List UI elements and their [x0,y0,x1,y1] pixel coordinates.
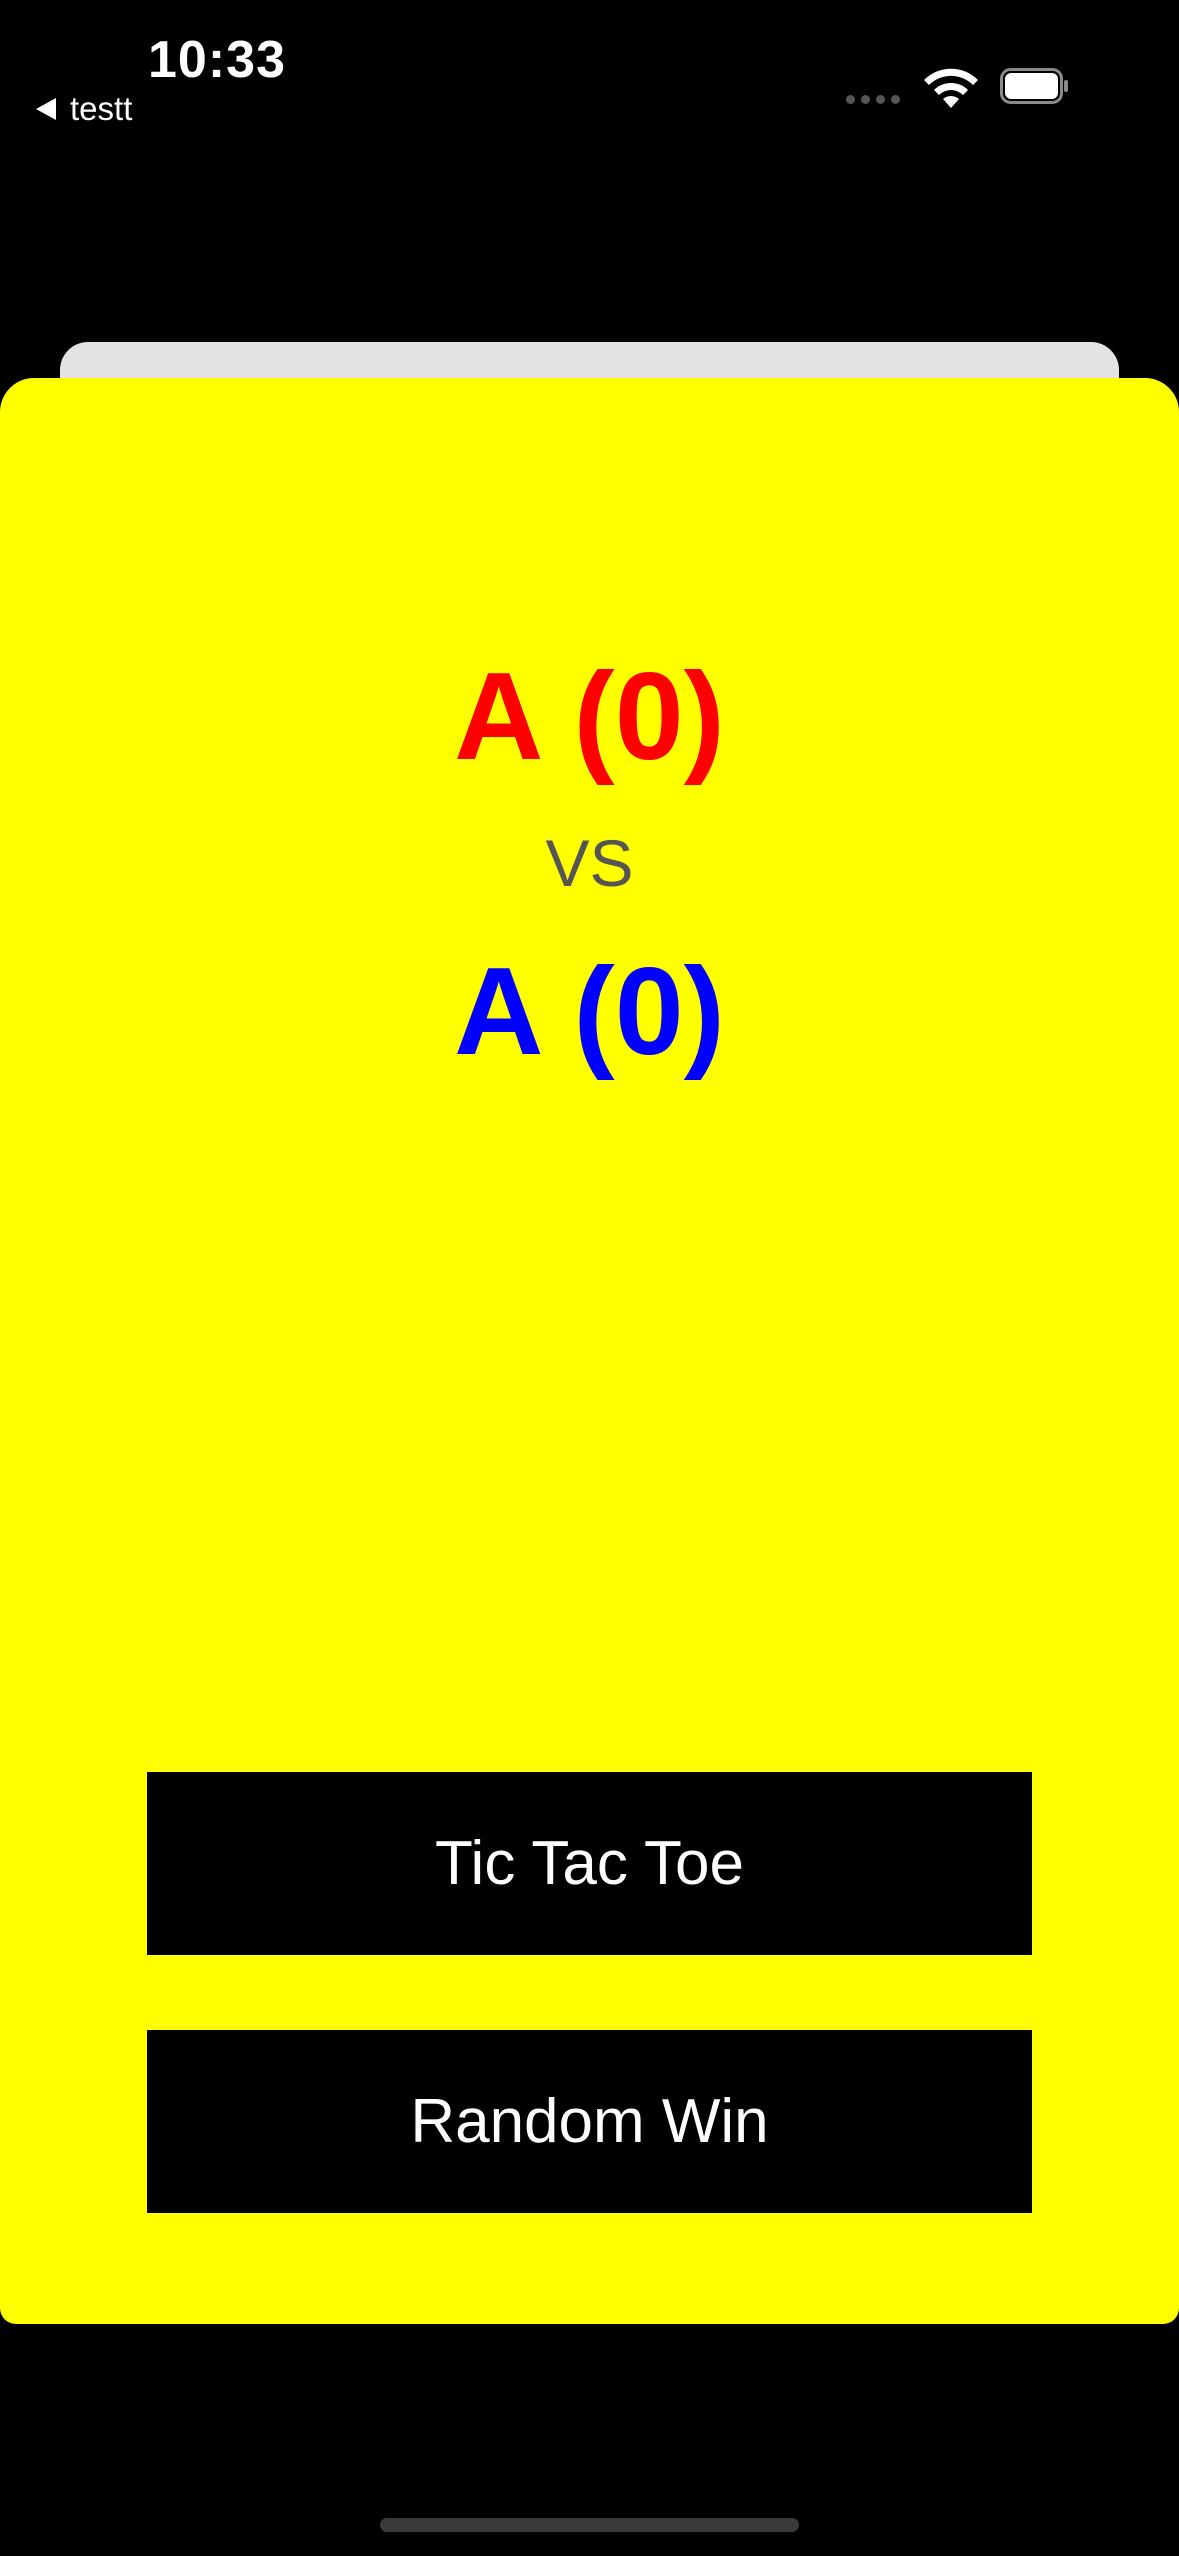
back-app-label: testt [70,90,133,127]
back-arrow-icon [36,98,56,120]
status-time: 10:33 [148,31,286,89]
status-bar: 10:33 testt [0,0,1179,140]
player-one-score: A (0) [454,648,725,786]
versus-label: VS [545,826,634,900]
random-win-button[interactable]: Random Win [147,2030,1032,2213]
player-two-score: A (0) [454,943,725,1081]
battery-icon [1000,68,1068,104]
wifi-icon [924,68,978,108]
back-to-app-link[interactable]: testt [36,90,132,128]
home-indicator[interactable] [380,2518,799,2532]
signal-dots-icon [846,95,900,104]
tic-tac-toe-button[interactable]: Tic Tac Toe [147,1772,1032,1955]
